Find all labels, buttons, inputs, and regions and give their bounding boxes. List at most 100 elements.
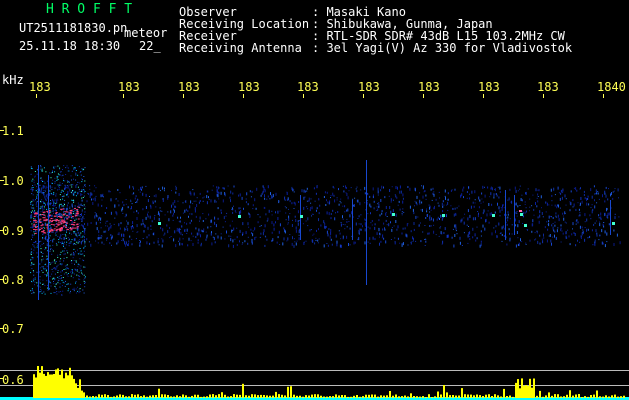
noise-pixel [614, 216, 616, 220]
noise-pixel [423, 191, 425, 193]
noise-pixel [516, 231, 518, 234]
noise-pixel [84, 281, 86, 283]
noise-pixel [543, 233, 544, 237]
noise-pixel [234, 238, 236, 240]
noise-pixel [602, 194, 603, 198]
noise-pixel [51, 253, 53, 255]
noise-pixel [591, 229, 593, 232]
noise-pixel [466, 197, 468, 199]
time-tick-label: 183 [29, 80, 51, 94]
noise-pixel [519, 185, 521, 187]
noise-pixel [324, 223, 326, 226]
noise-pixel [65, 268, 67, 270]
noise-pixel [132, 226, 134, 229]
noise-pixel [222, 199, 224, 203]
noise-pixel [39, 185, 41, 186]
noise-pixel [77, 249, 78, 251]
noise-pixel [57, 270, 59, 272]
noise-pixel [49, 222, 51, 224]
noise-pixel [474, 202, 476, 204]
noise-pixel [232, 211, 234, 214]
noise-pixel [33, 217, 35, 219]
noise-pixel [31, 180, 33, 182]
noise-pixel [599, 221, 601, 223]
noise-pixel [346, 226, 348, 228]
noise-pixel [439, 227, 441, 229]
amplitude-bar [119, 394, 121, 398]
noise-pixel [72, 217, 74, 219]
noise-pixel [369, 237, 371, 241]
noise-pixel [100, 217, 102, 219]
noise-pixel [63, 180, 65, 182]
noise-pixel [122, 206, 124, 210]
noise-pixel [39, 282, 41, 284]
amplitude-bar [320, 395, 322, 398]
noise-pixel [84, 228, 86, 229]
noise-pixel [189, 205, 191, 209]
noise-pixel [509, 218, 511, 220]
noise-pixel [335, 212, 336, 214]
noise-pixel [358, 215, 360, 218]
noise-pixel [36, 205, 38, 207]
noise-pixel [145, 193, 147, 197]
noise-pixel [390, 201, 392, 203]
noise-pixel [126, 241, 127, 245]
noise-pixel [576, 219, 578, 222]
noise-pixel [147, 213, 148, 216]
noise-pixel [208, 196, 209, 199]
noise-pixel [162, 200, 164, 202]
noise-pixel [339, 244, 341, 248]
noise-pixel [399, 185, 401, 189]
noise-pixel [135, 238, 137, 240]
noise-pixel [41, 170, 43, 172]
noise-pixel [442, 240, 444, 244]
noise-pixel [50, 202, 52, 204]
noise-pixel [66, 283, 68, 285]
noise-pixel [63, 250, 65, 252]
noise-pixel [468, 186, 470, 189]
noise-pixel [78, 241, 80, 243]
noise-pixel [264, 194, 265, 198]
noise-pixel [127, 228, 129, 232]
meteor-echo [72, 227, 74, 229]
noise-pixel [303, 189, 305, 193]
noise-pixel [179, 220, 181, 223]
noise-pixel [346, 193, 348, 196]
noise-pixel [80, 253, 82, 255]
noise-pixel [72, 270, 73, 272]
noise-pixel [60, 184, 62, 186]
noise-pixel [184, 222, 185, 224]
noise-pixel [482, 224, 484, 228]
noise-pixel [190, 192, 192, 196]
noise-pixel [194, 209, 196, 213]
noise-pixel [261, 193, 263, 195]
noise-pixel [445, 196, 446, 200]
noise-pixel [472, 201, 474, 204]
noise-pixel [496, 235, 498, 237]
noise-pixel [575, 208, 577, 211]
noise-pixel [380, 199, 382, 202]
noise-pixel [63, 202, 65, 204]
noise-pixel [60, 271, 62, 273]
noise-pixel [511, 233, 513, 235]
noise-pixel [49, 185, 51, 188]
noise-pixel [67, 196, 69, 198]
noise-pixel [37, 244, 39, 246]
noise-pixel [80, 174, 82, 176]
noise-pixel [210, 226, 212, 228]
noise-pixel [573, 187, 575, 189]
noise-pixel [461, 245, 463, 246]
noise-pixel [46, 238, 48, 241]
noise-pixel [330, 195, 332, 197]
noise-pixel [54, 279, 56, 281]
noise-pixel [33, 180, 35, 182]
noise-pixel [262, 190, 264, 193]
noise-pixel [60, 263, 62, 265]
noise-pixel [130, 200, 132, 202]
noise-pixel [84, 233, 86, 235]
noise-pixel [55, 202, 57, 204]
noise-pixel [33, 278, 34, 280]
noise-pixel [248, 226, 250, 228]
noise-pixel [617, 188, 619, 192]
noise-pixel [85, 276, 86, 278]
